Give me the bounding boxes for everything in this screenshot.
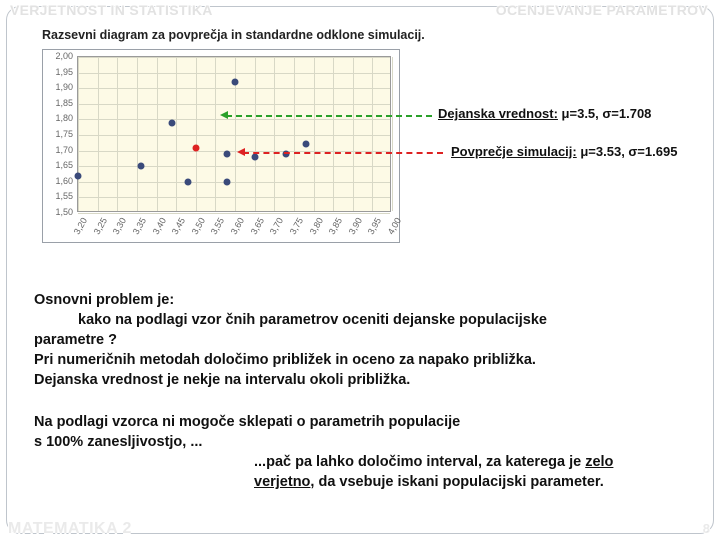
plot-area [77,56,391,212]
data-point [251,153,258,160]
x-tick: 3,25 [91,216,108,236]
grid-h [78,57,390,58]
label-povprecje-vals: μ=3.53, σ=1.695 [577,144,678,159]
x-tick: 3,65 [248,216,265,236]
grid-v [196,57,197,211]
x-tick: 3,80 [307,216,324,236]
p2c4: , da vsebuje iskani populacijski paramet… [310,474,603,490]
data-point [75,172,82,179]
x-tick: 3,55 [209,216,226,236]
p2a: Na podlagi vzorca ni mogoče sklepati o p… [34,412,696,432]
grid-h [78,135,390,136]
grid-v [353,57,354,211]
x-tick: 3,30 [111,216,128,236]
x-tick: 3,45 [170,216,187,236]
x-tick: 3,75 [288,216,305,236]
grid-h [78,73,390,74]
grid-h [78,213,390,214]
body-block-1: Osnovni problem je: kako na podlagi vzor… [34,290,684,390]
body-block-2: Na podlagi vzorca ni mogoče sklepati o p… [34,412,696,492]
header-right: OCENJEVANJE PARAMETROV [496,2,708,18]
grid-h [78,104,390,105]
data-point [184,178,191,185]
x-tick: 3,20 [72,216,89,236]
data-point [224,150,231,157]
x-tick: 3,70 [268,216,285,236]
grid-v [176,57,177,211]
grid-v [255,57,256,211]
subtitle: Razsevni diagram za povprečja in standar… [42,28,425,42]
p1b: kako na podlagi vzor čnih parametrov oce… [34,310,684,330]
grid-h [78,119,390,120]
grid-h [78,88,390,89]
grid-v [78,57,79,211]
data-point [232,78,239,85]
y-tick: 2,00 [43,51,73,61]
grid-h [78,197,390,198]
grid-v [157,57,158,211]
p1d: Pri numeričnih metodah določimo približe… [34,350,684,370]
grid-v [274,57,275,211]
grid-v [98,57,99,211]
arrow-povprecje [243,152,443,154]
grid-v [392,57,393,211]
label-dejanska: Dejanska vrednost: μ=3.5, σ=1.708 [438,106,651,121]
grid-v [333,57,334,211]
p2c1: ...pač pa lahko določimo interval, za ka… [254,454,585,470]
header-left: VERJETNOST IN STATISTIKA [10,2,213,18]
y-tick: 1,80 [43,113,73,123]
data-point [224,178,231,185]
grid-h [78,166,390,167]
x-tick: 3,40 [150,216,167,236]
x-tick: 3,85 [327,216,344,236]
label-dejanska-vals: μ=3.5, σ=1.708 [558,106,651,121]
x-tick: 3,50 [189,216,206,236]
label-povprecje-prefix: Povprečje simulacij: [451,144,577,159]
x-tick: 3,90 [346,216,363,236]
p2c2: zelo [585,454,613,470]
arrow-head-dejanska [220,111,228,119]
x-tick: 3,60 [229,216,246,236]
x-tick: 3,35 [131,216,148,236]
data-point [192,145,199,152]
p2b: s 100% zanesljivostjo, ... [34,432,696,452]
grid-v [117,57,118,211]
y-tick: 1,70 [43,145,73,155]
label-dejanska-prefix: Dejanska vrednost: [438,106,558,121]
p2c3: verjetno [254,474,310,490]
y-tick: 1,90 [43,82,73,92]
footer-left: MATEMATIKA 2 [8,520,132,538]
y-tick: 1,95 [43,67,73,77]
arrow-head-povprecje [237,148,245,156]
grid-v [137,57,138,211]
p1c: parametre ? [34,330,684,350]
label-povprecje: Povprečje simulacij: μ=3.53, σ=1.695 [451,144,677,159]
data-point [137,163,144,170]
p1e: Dejanska vrednost je nekje na intervalu … [34,370,684,390]
p2c-line2: verjetno, da vsebuje iskani populacijski… [34,472,696,492]
y-tick: 1,50 [43,207,73,217]
page-number: 8 [703,521,710,536]
header: VERJETNOST IN STATISTIKA OCENJEVANJE PAR… [0,0,720,18]
y-tick: 1,65 [43,160,73,170]
y-tick: 1,85 [43,98,73,108]
y-tick: 1,55 [43,191,73,201]
x-tick: 3,95 [366,216,383,236]
grid-h [78,182,390,183]
grid-v [294,57,295,211]
p2c-line1: ...pač pa lahko določimo interval, za ka… [34,452,696,472]
p1a: Osnovni problem je: [34,290,684,310]
y-tick: 1,60 [43,176,73,186]
y-tick: 1,75 [43,129,73,139]
grid-v [215,57,216,211]
grid-v [372,57,373,211]
data-point [302,141,309,148]
arrow-dejanska [226,115,432,117]
grid-v [314,57,315,211]
data-point [169,119,176,126]
scatter-chart: 2,00 1,95 1,90 1,85 1,80 1,75 1,70 1,65 1,60 1,55… [42,49,400,243]
